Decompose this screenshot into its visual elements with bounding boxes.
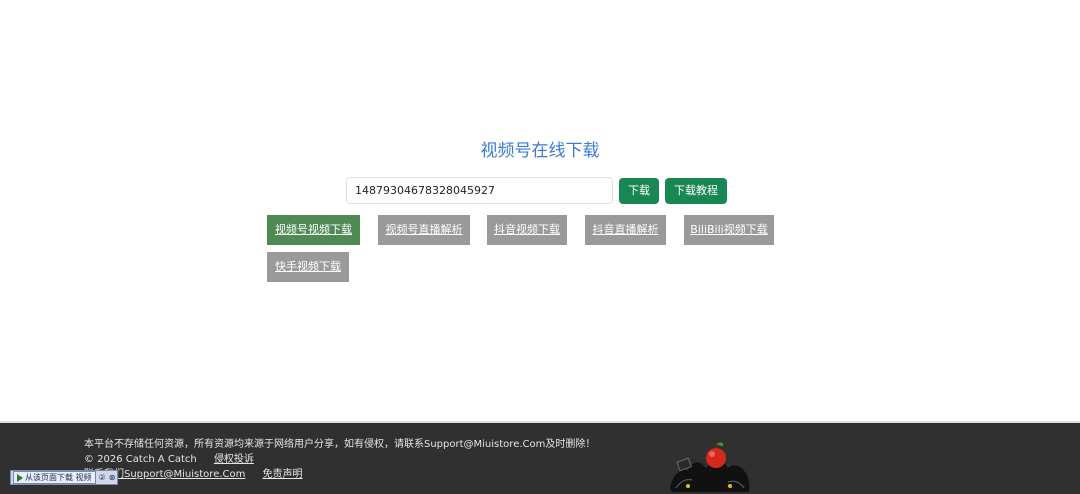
download-from-page-button[interactable]: 从该页面下载 视频 — [13, 471, 96, 484]
footer-disclaimer: 本平台不存储任何资源，所有资源均来源于网络用户分享，如有侵权，请联系Suppor… — [84, 439, 596, 450]
complaint-link[interactable]: 侵权投诉 — [214, 454, 254, 465]
tab-channels-live-parse[interactable]: 视频号直播解析 — [378, 215, 470, 245]
search-row: 下载 下载教程 — [346, 177, 727, 204]
disclaimer-link[interactable]: 免责声明 — [263, 469, 303, 480]
close-icon[interactable]: ⊗ — [109, 471, 116, 484]
tab-douyin-video-download[interactable]: 抖音视频下载 — [487, 215, 567, 245]
play-icon — [17, 473, 23, 482]
footer-copyright: © 2026 Catch A Catch — [84, 454, 197, 465]
download-button[interactable]: 下载 — [619, 177, 659, 204]
tutorial-button[interactable]: 下载教程 — [665, 177, 727, 204]
tab-kuaishou-video-download[interactable]: 快手视频下载 — [267, 252, 349, 282]
tab-bilibili-video-download[interactable]: BiliBili视频下载 — [684, 215, 774, 245]
help-icon[interactable]: ② — [99, 471, 106, 484]
tab-douyin-live-parse[interactable]: 抖音直播解析 — [585, 215, 666, 245]
video-id-input[interactable] — [346, 177, 613, 204]
footer: 本平台不存储任何资源，所有资源均来源于网络用户分享，如有侵权，请联系Suppor… — [0, 421, 1080, 494]
download-from-page-label: 从该页面下载 视频 — [25, 473, 92, 482]
page: 视频号在线下载 下载 下载教程 视频号视频下载 视频号直播解析 抖音视频下载 抖… — [0, 0, 1080, 494]
page-title: 视频号在线下载 — [480, 141, 600, 161]
download-toolbar[interactable]: 从该页面下载 视频 ② ⊗ — [10, 470, 119, 485]
footer-copyright-row: © 2026 Catch A Catch 侵权投诉 — [84, 453, 254, 466]
tab-channels-video-download[interactable]: 视频号视频下载 — [267, 215, 360, 245]
catch-logo-icon — [670, 442, 750, 492]
